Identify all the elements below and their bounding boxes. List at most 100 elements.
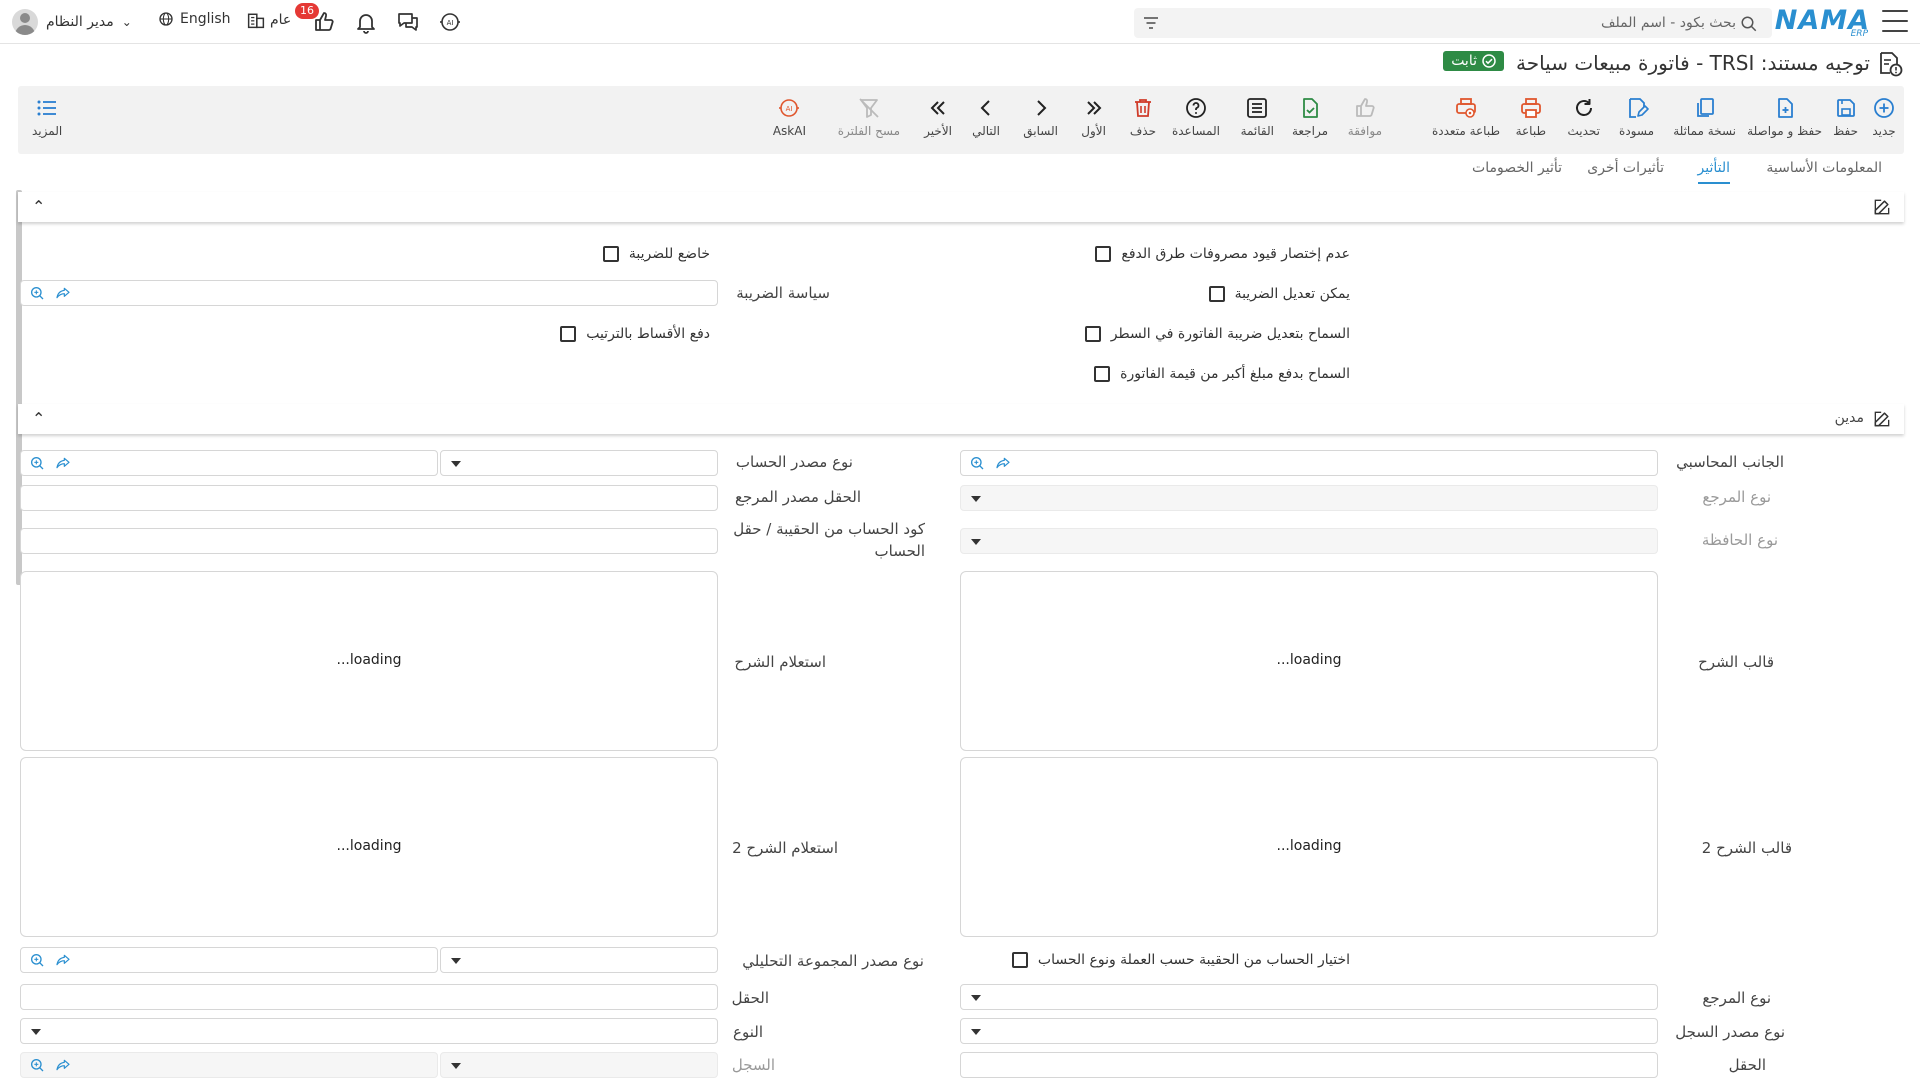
checkbox[interactable] — [1084, 326, 1101, 342]
previous-button[interactable]: السابق — [1023, 96, 1058, 138]
bell-icon[interactable] — [354, 10, 378, 34]
hamburger-menu-icon[interactable] — [1882, 10, 1908, 32]
checkbox-pay-more-than-invoice[interactable]: السماح بدفع مبلغ أكبر من قيمة الفاتورة — [1094, 366, 1350, 382]
search-icon[interactable] — [1740, 15, 1758, 33]
chat-icon[interactable] — [396, 10, 420, 34]
account-code-from-bag-input[interactable] — [20, 528, 718, 554]
narration-template-label: قالب الشرح — [1698, 653, 1774, 671]
field-2-input[interactable] — [960, 1052, 1658, 1078]
narration-query-editor[interactable]: loading... — [20, 571, 718, 751]
checkbox[interactable] — [1094, 366, 1111, 382]
search-plus-icon[interactable] — [29, 1057, 45, 1073]
accounting-side-field[interactable] — [960, 450, 1658, 476]
checkbox[interactable] — [1095, 246, 1112, 262]
help-button[interactable]: المساعدة — [1172, 96, 1220, 138]
checkbox-edit-invoice-tax-line[interactable]: السماح بتعديل ضريبة الفاتورة في السطر — [1084, 326, 1350, 342]
chevron-up-icon[interactable]: ⌃ — [32, 197, 45, 216]
more-button[interactable]: المزيد — [32, 96, 62, 138]
search-plus-icon[interactable] — [29, 952, 45, 968]
user-menu[interactable]: مدير النظام ⌄ — [12, 8, 132, 36]
share-icon[interactable] — [55, 1057, 71, 1073]
app-logo[interactable]: NAMA ERP — [1775, 5, 1870, 39]
tab-discounts-effect[interactable]: تأثير الخصومات — [1472, 160, 1562, 182]
type-select[interactable] — [20, 1018, 718, 1044]
narration-template-editor[interactable]: loading... — [960, 571, 1658, 751]
checkbox[interactable] — [602, 246, 619, 262]
filter-icon[interactable] — [1142, 15, 1160, 31]
multi-print-button[interactable]: طباعة متعددة — [1432, 96, 1500, 138]
clear-filter-button[interactable]: مسح الفلترة — [838, 96, 900, 138]
checkbox-installments-in-order[interactable]: دفع الأقساط بالترتيب — [560, 326, 710, 342]
chevron-up-icon[interactable]: ⌃ — [32, 409, 45, 428]
list-button[interactable]: القائمة — [1241, 96, 1274, 138]
print-button[interactable]: طباعة — [1516, 96, 1546, 138]
wallet-type-select[interactable] — [960, 528, 1658, 554]
ref-type-2-select[interactable] — [960, 984, 1658, 1010]
narration-query-2-editor[interactable]: loading... — [20, 757, 718, 937]
title-bar: توجيه مستند: TRSI - فاتورة مبيعات سياحة … — [0, 46, 1920, 80]
tax-policy-field[interactable] — [20, 280, 718, 306]
delete-button[interactable]: حذف — [1130, 96, 1156, 138]
save-continue-button[interactable]: حفظ و مواصلة — [1747, 96, 1822, 138]
first-button[interactable]: الأول — [1081, 96, 1106, 138]
next-button[interactable]: التالي — [972, 96, 1000, 138]
multi-print-label: طباعة متعددة — [1431, 124, 1500, 138]
print-label: طباعة — [1515, 124, 1546, 138]
checkbox-pick-account-by-currency[interactable]: اختيار الحساب من الحقيبة حسب العملة ونوع… — [1011, 952, 1350, 968]
field-input[interactable] — [20, 984, 718, 1010]
analytic-source-type-select[interactable] — [440, 947, 718, 973]
share-icon[interactable] — [55, 455, 71, 471]
loading-text: loading... — [1276, 838, 1342, 854]
ref-type-select[interactable] — [960, 485, 1658, 511]
dropdown-caret-icon — [971, 995, 981, 1001]
account-source-type-select[interactable] — [440, 450, 718, 476]
thumbs-up-icon — [1356, 98, 1375, 117]
narration-template-2-editor[interactable]: loading... — [960, 757, 1658, 937]
printer-icon — [1520, 98, 1541, 118]
share-icon[interactable] — [995, 455, 1011, 471]
edit-icon[interactable] — [1872, 409, 1892, 429]
checkbox[interactable] — [1011, 952, 1028, 968]
analytic-source-field[interactable] — [20, 947, 438, 973]
save-button[interactable]: حفظ — [1833, 96, 1858, 138]
narration-template-2-label: قالب الشرح 2 — [1701, 839, 1792, 857]
checkbox[interactable] — [560, 326, 577, 342]
search-input[interactable] — [1196, 8, 1736, 38]
new-button[interactable]: جديد — [1872, 96, 1896, 138]
ref-source-field-input[interactable] — [20, 485, 718, 511]
ai-assistant-icon[interactable]: AI — [438, 10, 462, 34]
general-menu[interactable]: عام — [246, 11, 291, 29]
search-plus-icon[interactable] — [29, 455, 45, 471]
draft-button[interactable]: مسودة — [1619, 96, 1654, 138]
review-label: مراجعة — [1291, 124, 1328, 138]
record-source-type-select[interactable] — [960, 1018, 1658, 1044]
checkbox-edit-tax[interactable]: يمكن تعديل الضريبة — [1208, 286, 1350, 302]
tab-other-effects[interactable]: تأثيرات أخرى — [1587, 160, 1664, 182]
checkbox-label: السماح بتعديل ضريبة الفاتورة في السطر — [1110, 326, 1350, 342]
askai-button[interactable]: AI AskAI — [773, 96, 806, 138]
review-button[interactable]: مراجعة — [1292, 96, 1328, 138]
checkbox-no-shorten-payment-expenses[interactable]: عدم إختصار قيود مصروفات طرق الدفع — [1095, 246, 1350, 262]
status-badge: ثابت — [1443, 51, 1504, 71]
account-source-field[interactable] — [20, 450, 438, 476]
tab-basic-info[interactable]: المعلومات الأساسية — [1766, 160, 1882, 182]
approve-button[interactable]: موافقة — [1348, 96, 1382, 138]
checkbox[interactable] — [1208, 286, 1225, 302]
next-label: التالي — [972, 124, 1000, 138]
edit-icon[interactable] — [1872, 197, 1892, 217]
last-button[interactable]: الأخير — [924, 96, 952, 138]
duplicate-button[interactable]: نسخة مماثلة — [1673, 96, 1736, 138]
checkbox-label: السماح بدفع مبلغ أكبر من قيمة الفاتورة — [1120, 366, 1350, 382]
search-plus-icon[interactable] — [969, 455, 985, 471]
refresh-button[interactable]: تحديث — [1567, 96, 1600, 138]
scrollbar[interactable] — [16, 190, 22, 585]
share-icon[interactable] — [55, 285, 71, 301]
search-plus-icon[interactable] — [29, 285, 45, 301]
tab-effect[interactable]: التأثير — [1697, 160, 1730, 184]
record-field[interactable] — [20, 1052, 438, 1078]
checkbox-taxable[interactable]: خاضع للضريبة — [602, 246, 710, 262]
share-icon[interactable] — [55, 952, 71, 968]
record-select[interactable] — [440, 1052, 718, 1078]
language-switch[interactable]: English — [158, 11, 231, 27]
ref-source-field-label: الحقل مصدر المرجع — [734, 488, 861, 506]
